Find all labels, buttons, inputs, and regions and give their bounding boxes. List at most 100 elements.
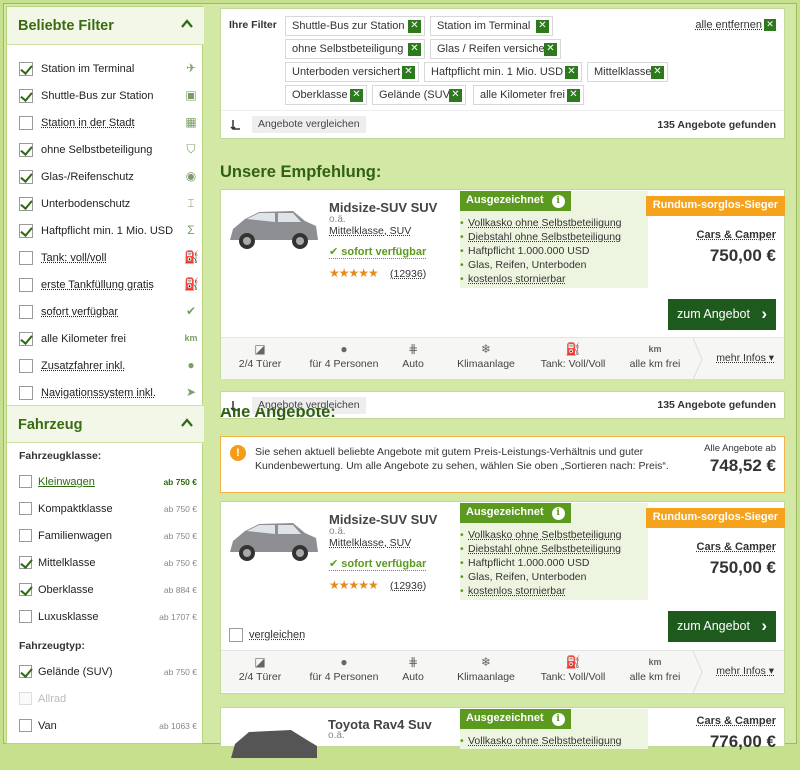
class-checkbox[interactable] [19, 610, 32, 623]
filter-checkbox[interactable] [19, 143, 33, 157]
class-checkbox[interactable] [19, 583, 32, 596]
class-label[interactable]: Mittelklasse [38, 557, 95, 569]
include-item[interactable]: Vollkasko ohne Selbstbeteiligung [468, 735, 622, 747]
filter-checkbox[interactable] [19, 359, 33, 373]
include-item[interactable]: Diebstahl ohne Selbstbeteiligung [468, 231, 621, 243]
filter-label[interactable]: Tank: voll/voll [41, 252, 106, 264]
vehicle-class-item[interactable]: Mittelklasse ab 750 € [7, 549, 204, 576]
filter-item[interactable]: erste Tankfüllung gratis ⛽ [7, 272, 204, 299]
filter-checkbox[interactable] [19, 116, 33, 130]
review-count[interactable]: (12936) [390, 268, 426, 280]
filter-checkbox[interactable] [19, 386, 33, 400]
filter-checkbox[interactable] [19, 197, 33, 211]
remove-filter-icon[interactable]: ✕ [544, 43, 557, 56]
filter-label[interactable]: erste Tankfüllung gratis [41, 279, 154, 291]
filter-label[interactable]: Glas-/Reifenschutz [41, 171, 134, 183]
vehicle-header[interactable]: Fahrzeug [7, 405, 204, 443]
filter-item[interactable]: Station in der Stadt ▦ [7, 110, 204, 137]
filter-checkbox[interactable] [19, 170, 33, 184]
award-badge[interactable]: Ausgezeichnet i [460, 191, 571, 211]
remove-filter-icon[interactable]: ✕ [350, 89, 363, 102]
remove-filter-icon[interactable]: ✕ [567, 89, 580, 102]
chevron-up-icon[interactable] [180, 17, 194, 31]
vendor-name[interactable]: Cars & Camper [697, 541, 776, 553]
vendor-name[interactable]: Cars & Camper [697, 229, 776, 241]
vehicle-type-item[interactable]: Gelände (SUV) ab 750 € [7, 658, 204, 685]
remove-filter-icon[interactable]: ✕ [651, 66, 664, 79]
car-class[interactable]: Mittelklasse, SUV [329, 537, 411, 549]
availability[interactable]: ✔ sofort verfügbar [329, 245, 427, 259]
filter-label[interactable]: Shuttle-Bus zur Station [41, 90, 154, 102]
class-checkbox[interactable] [19, 502, 32, 515]
compare-offers-button[interactable]: Angebote vergleichen [252, 116, 366, 133]
vendor-name[interactable]: Cars & Camper [697, 715, 776, 727]
compare-checkbox[interactable] [229, 628, 243, 642]
remove-filter-icon[interactable]: ✕ [449, 89, 462, 102]
award-badge[interactable]: Ausgezeichnet i [460, 503, 571, 523]
class-label[interactable]: Luxusklasse [38, 611, 99, 623]
remove-filter-icon[interactable]: ✕ [408, 43, 421, 56]
filter-item[interactable]: Haftpflicht min. 1 Mio. USD Σ [7, 218, 204, 245]
filter-label[interactable]: sofort verfügbar [41, 306, 118, 318]
filter-label[interactable]: Unterbodenschutz [41, 198, 130, 210]
filter-item[interactable]: Unterbodenschutz ⌶ [7, 191, 204, 218]
filter-label[interactable]: Navigationssystem inkl. [41, 387, 156, 399]
vehicle-class-item[interactable]: Kompaktklasse ab 750 € [7, 495, 204, 522]
remove-filter-icon[interactable]: ✕ [408, 20, 421, 33]
chevron-up-icon[interactable] [180, 416, 194, 430]
type-checkbox[interactable] [19, 719, 32, 732]
remove-filter-icon[interactable]: ✕ [565, 66, 578, 79]
vehicle-type-item[interactable]: Van ab 1063 € [7, 712, 204, 739]
availability[interactable]: ✔ sofort verfügbar [329, 557, 427, 571]
include-item[interactable]: Vollkasko ohne Selbstbeteiligung [468, 529, 622, 541]
filter-label[interactable]: Station im Terminal [41, 63, 134, 75]
filter-label[interactable]: ohne Selbstbeteiligung [41, 144, 152, 156]
more-info-link[interactable]: mehr Infos ▾ [716, 665, 774, 677]
vehicle-class-item[interactable]: Oberklasse ab 884 € [7, 576, 204, 603]
type-checkbox[interactable] [19, 665, 32, 678]
filter-checkbox[interactable] [19, 224, 33, 238]
filter-item[interactable]: Station im Terminal ✈ [7, 56, 204, 83]
vehicle-class-item[interactable]: Kleinwagen ab 750 € [7, 468, 204, 495]
filter-checkbox[interactable] [19, 332, 33, 346]
filter-checkbox[interactable] [19, 305, 33, 319]
vehicle-class-item[interactable]: Familienwagen ab 750 € [7, 522, 204, 549]
filter-item[interactable]: ohne Selbstbeteiligung ⛉ [7, 137, 204, 164]
filter-item[interactable]: alle Kilometer frei km [7, 326, 204, 353]
filter-item[interactable]: Glas-/Reifenschutz ◉ [7, 164, 204, 191]
remove-filter-icon[interactable]: ✕ [402, 66, 415, 79]
filter-item[interactable]: Tank: voll/voll ⛽ [7, 245, 204, 272]
class-label[interactable]: Kompaktklasse [38, 503, 113, 515]
filter-label[interactable]: Haftpflicht min. 1 Mio. USD [41, 225, 173, 237]
filter-label[interactable]: alle Kilometer frei [41, 333, 126, 345]
filter-item[interactable]: Navigationssystem inkl. ➤ [7, 380, 204, 407]
remove-filter-icon[interactable]: ✕ [536, 20, 549, 33]
car-class[interactable]: Mittelklasse, SUV [329, 225, 411, 237]
remove-all-icon[interactable]: ✕ [764, 19, 776, 31]
filter-label[interactable]: Zusatzfahrer inkl. [41, 360, 125, 372]
filter-checkbox[interactable] [19, 89, 33, 103]
to-offer-button[interactable]: zum Angebot [668, 299, 776, 330]
remove-all-link[interactable]: alle entfernen [695, 19, 762, 31]
filter-item[interactable]: Shuttle-Bus zur Station ▣ [7, 83, 204, 110]
class-checkbox[interactable] [19, 529, 32, 542]
class-label[interactable]: Familienwagen [38, 530, 112, 542]
award-badge[interactable]: Ausgezeichnet i [460, 709, 571, 729]
filter-label[interactable]: Station in der Stadt [41, 117, 135, 129]
popular-filters-header[interactable]: Beliebte Filter [7, 7, 204, 45]
include-item[interactable]: Vollkasko ohne Selbstbeteiligung [468, 217, 622, 229]
class-checkbox[interactable] [19, 556, 32, 569]
filter-checkbox[interactable] [19, 62, 33, 76]
filter-item[interactable]: Zusatzfahrer inkl. ● [7, 353, 204, 380]
more-info-link[interactable]: mehr Infos ▾ [716, 352, 774, 364]
filter-checkbox[interactable] [19, 278, 33, 292]
include-item[interactable]: Diebstahl ohne Selbstbeteiligung [468, 543, 621, 555]
class-label[interactable]: Oberklasse [38, 584, 94, 596]
filter-checkbox[interactable] [19, 251, 33, 265]
to-offer-button[interactable]: zum Angebot [668, 611, 776, 642]
include-item[interactable]: kostenlos stornierbar [468, 585, 565, 597]
filter-item[interactable]: sofort verfügbar ✔ [7, 299, 204, 326]
vehicle-class-item[interactable]: Luxusklasse ab 1707 € [7, 603, 204, 630]
include-item[interactable]: kostenlos stornierbar [468, 273, 565, 285]
compare-link[interactable]: vergleichen [249, 629, 305, 641]
